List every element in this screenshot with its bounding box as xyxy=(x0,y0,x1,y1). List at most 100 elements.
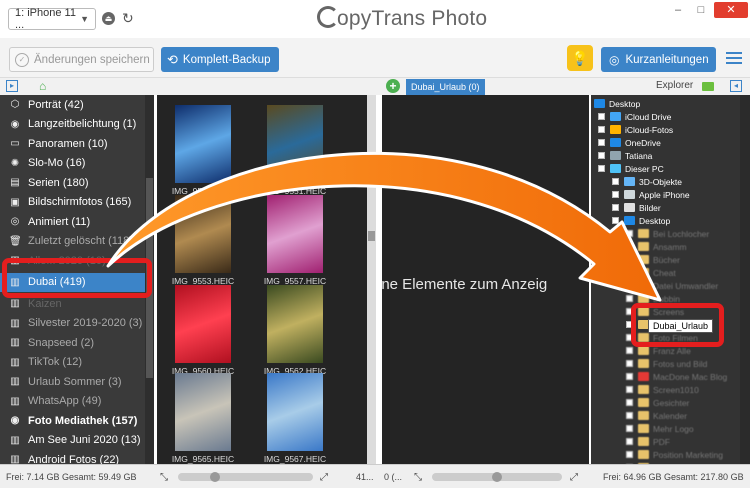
sidebar-item[interactable]: ◉ Foto Mediathek (157) xyxy=(0,411,154,431)
explorer-item[interactable]: Cheat xyxy=(626,266,676,279)
explorer-item[interactable]: Position Marketing xyxy=(626,448,723,461)
checkbox[interactable] xyxy=(626,386,633,393)
explorer-item[interactable]: Bilder xyxy=(612,201,661,214)
slider-handle[interactable] xyxy=(210,472,220,482)
explorer-item[interactable]: Desktop xyxy=(612,214,670,227)
menu-icon[interactable] xyxy=(726,52,742,67)
sidebar-item[interactable]: ◉ Langzeitbelichtung (1) xyxy=(0,115,154,135)
checkbox[interactable] xyxy=(612,191,619,198)
photo-zoom-slider[interactable] xyxy=(178,472,313,482)
explorer-item[interactable]: Kalender xyxy=(626,409,687,422)
explorer-item[interactable]: Apple iPhone xyxy=(612,188,690,201)
collapse-right-pane-icon[interactable]: ◂ xyxy=(730,80,742,92)
checkbox[interactable] xyxy=(612,217,619,224)
photo-thumbnail[interactable]: IMG_9567.HEIC xyxy=(264,373,326,464)
checkbox[interactable] xyxy=(626,269,633,276)
checkbox[interactable] xyxy=(626,347,633,354)
photo-thumbnail[interactable]: IMG_9565.HEIC xyxy=(172,373,234,464)
save-changes-button[interactable]: ✓ Änderungen speichern xyxy=(9,47,154,72)
explorer-item[interactable]: iCloud-Fotos xyxy=(598,123,673,136)
explorer-item[interactable]: Datei Umwandler xyxy=(626,279,718,292)
checkbox[interactable] xyxy=(626,399,633,406)
home-album-icon[interactable]: ⌂ xyxy=(39,79,46,93)
eject-icon[interactable]: ⏏ xyxy=(102,12,115,25)
sidebar-item[interactable]: ⬡ Porträt (42) xyxy=(0,95,154,115)
sidebar-item[interactable]: ▣ Bildschirmfotos (165) xyxy=(0,193,154,213)
explorer-item[interactable]: Fotos und Bild xyxy=(626,357,707,370)
sidebar-item[interactable]: ▥ Am See Juni 2020 (13) xyxy=(0,431,154,451)
explorer-item[interactable]: PDF xyxy=(626,435,670,448)
photo-grid-scrollbar[interactable] xyxy=(367,95,376,464)
explorer-item[interactable]: Tatiana xyxy=(598,149,652,162)
sidebar-item[interactable]: ▥ TikTok (12) xyxy=(0,353,154,373)
sidebar-item[interactable]: ▤ Serien (180) xyxy=(0,173,154,193)
explorer-item[interactable]: 3D-Objekte xyxy=(612,175,682,188)
explorer-item[interactable]: Gesichter xyxy=(626,396,689,409)
explorer-item[interactable]: Mehr Logo xyxy=(626,422,694,435)
album-zoom-slider[interactable] xyxy=(432,472,562,482)
photo-thumbnail[interactable]: IMG_9560.HEIC xyxy=(172,285,234,376)
collapse-left-pane-icon[interactable]: ▸ xyxy=(6,80,18,92)
checkbox[interactable] xyxy=(626,230,633,237)
photo-thumbnail[interactable]: IMG_9553.HEIC xyxy=(172,195,234,286)
close-button[interactable]: ✕ xyxy=(714,2,748,18)
slider-handle[interactable] xyxy=(492,472,502,482)
fit-icon[interactable]: ⤡ xyxy=(160,472,168,483)
checkbox[interactable] xyxy=(598,152,605,159)
checkbox[interactable] xyxy=(626,295,633,302)
maximize-button[interactable]: □ xyxy=(690,2,712,18)
explorer-item[interactable]: Ansamm xyxy=(626,240,687,253)
checkbox[interactable] xyxy=(626,425,633,432)
sidebar-item[interactable]: ▭ Panoramen (10) xyxy=(0,134,154,154)
sidebar-item[interactable]: ✺ Slo-Mo (16) xyxy=(0,154,154,174)
checkbox[interactable] xyxy=(626,412,633,419)
photo-thumbnail[interactable]: IMG_9557.HEIC xyxy=(264,195,326,286)
explorer-item[interactable]: Bei Lochlocher xyxy=(626,227,709,240)
checkbox[interactable] xyxy=(598,113,605,120)
explorer-item[interactable]: Desktop xyxy=(594,97,640,110)
sidebar-item[interactable]: 🗑 Zuletzt gelöscht (118) xyxy=(0,232,154,252)
checkbox[interactable] xyxy=(626,282,633,289)
cube-icon: ⬡ xyxy=(10,99,20,111)
expand-icon[interactable]: ⤢ xyxy=(570,472,578,483)
checkbox[interactable] xyxy=(598,165,605,172)
guides-button[interactable]: ◎ Kurzanleitungen xyxy=(601,47,716,72)
sidebar-item[interactable]: ▥ Silvester 2019-2020 (3) xyxy=(0,314,154,334)
photo-thumbnail[interactable]: IMG_9562.HEIC xyxy=(264,285,326,376)
explorer-item[interactable]: Bücher xyxy=(626,253,680,266)
lightbulb-button[interactable]: 💡 xyxy=(567,45,593,71)
sidebar-item[interactable]: ▥ Android Fotos (22) xyxy=(0,450,154,464)
explorer-scrollbar[interactable] xyxy=(740,95,750,464)
folder-icon[interactable] xyxy=(702,82,714,91)
explorer-item[interactable]: Dieser PC xyxy=(598,162,664,175)
full-backup-button[interactable]: ⟲ Komplett-Backup xyxy=(161,47,279,72)
minimize-button[interactable]: – xyxy=(667,2,689,18)
checkbox[interactable] xyxy=(626,373,633,380)
photo-thumbnail[interactable]: IMG_9547.HEIC xyxy=(172,105,234,196)
explorer-item[interactable]: Screen1010 xyxy=(626,383,699,396)
refresh-icon[interactable]: ↻ xyxy=(122,10,134,27)
checkbox[interactable] xyxy=(626,360,633,367)
explorer-item[interactable]: iCloud Drive xyxy=(598,110,671,123)
add-album-icon[interactable]: + xyxy=(386,79,400,93)
checkbox[interactable] xyxy=(598,139,605,146)
checkbox[interactable] xyxy=(626,451,633,458)
sidebar-item[interactable]: ▥ Snapseed (2) xyxy=(0,333,154,353)
device-select[interactable]: 1: iPhone 11 ... ▼ xyxy=(8,7,96,31)
album-tab-dubai-urlaub[interactable]: Dubai_Urlaub (0) xyxy=(406,79,485,95)
scrollbar-thumb[interactable] xyxy=(368,231,375,241)
sidebar-item[interactable]: ▥ WhatsApp (49) xyxy=(0,392,154,412)
checkbox[interactable] xyxy=(612,178,619,185)
expand-icon[interactable]: ⤢ xyxy=(320,472,328,483)
checkbox[interactable] xyxy=(626,438,633,445)
sidebar-item[interactable]: ▥ Urlaub Sommer (3) xyxy=(0,372,154,392)
checkbox[interactable] xyxy=(626,256,633,263)
checkbox[interactable] xyxy=(626,243,633,250)
checkbox[interactable] xyxy=(612,204,619,211)
photo-thumbnail[interactable]: IMG_9551.HEIC xyxy=(264,105,326,196)
checkbox[interactable] xyxy=(598,126,605,133)
explorer-item[interactable]: MacDone Mac Blog xyxy=(626,370,727,383)
sidebar-item[interactable]: ◎ Animiert (11) xyxy=(0,212,154,232)
explorer-item[interactable]: OneDrive xyxy=(598,136,661,149)
fit-icon[interactable]: ⤡ xyxy=(414,472,422,483)
